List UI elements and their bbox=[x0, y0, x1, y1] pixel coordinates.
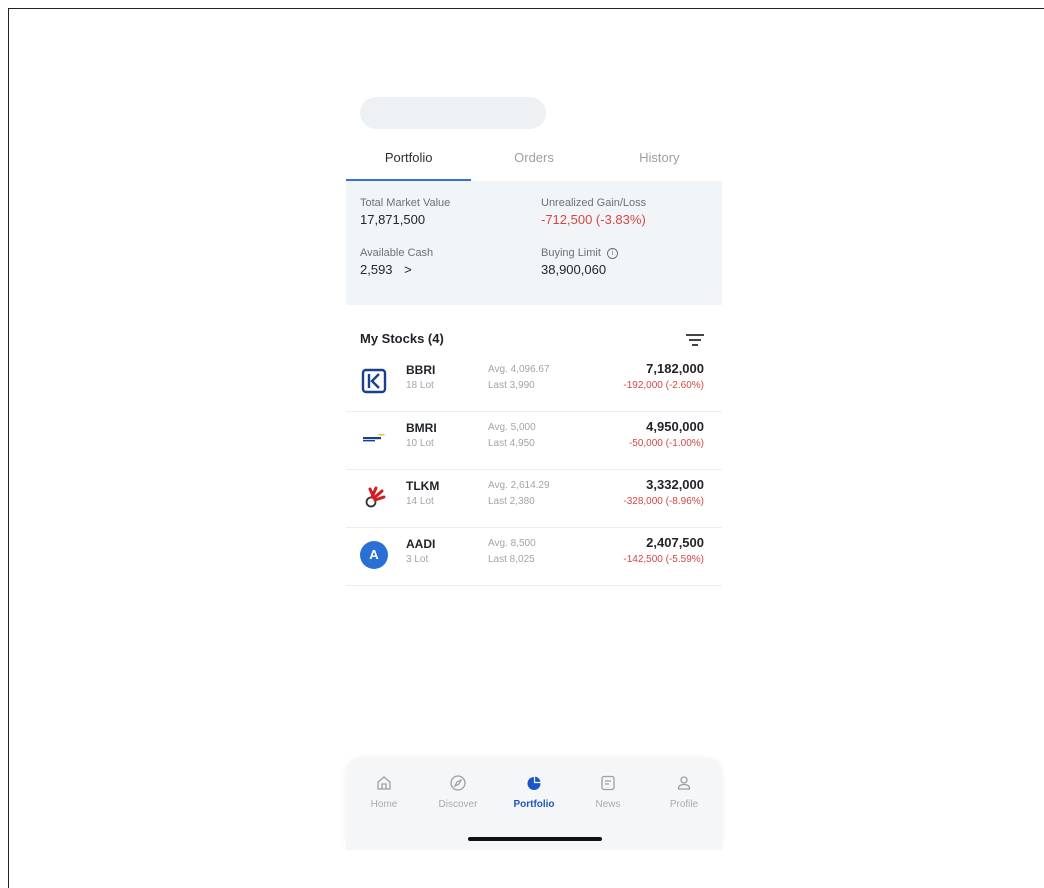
bbri-logo-icon bbox=[361, 368, 387, 394]
stock-row-bbri[interactable]: BBRI 18 Lot Avg. 4,096.67 Last 3,990 7,1… bbox=[346, 353, 722, 412]
stock-market-value: 3,332,000 bbox=[646, 477, 704, 492]
total-market-value-amount: 17,871,500 bbox=[360, 212, 426, 227]
unrealized-gain-loss: Unrealized Gain/Loss -712,500 (-3.83%) bbox=[541, 197, 646, 227]
info-icon[interactable]: i bbox=[606, 248, 618, 259]
buying-limit: Buying Limit i 38,900,060 bbox=[541, 247, 618, 277]
buying-limit-label-row: Buying Limit i bbox=[541, 247, 618, 259]
stock-avg: Avg. 5,000 bbox=[488, 422, 536, 433]
stock-last: Last 2,380 bbox=[488, 496, 535, 507]
buying-limit-amount: 38,900,060 bbox=[541, 262, 607, 277]
filter-icon[interactable] bbox=[686, 333, 704, 347]
tab-bar: Portfolio Orders History bbox=[346, 141, 722, 181]
loading-skeleton bbox=[360, 97, 546, 129]
stock-change: -50,000 (-1.00%) bbox=[628, 438, 704, 449]
total-market-value-label: Total Market Value bbox=[360, 197, 451, 209]
stock-row-aadi[interactable]: A AADI 3 Lot Avg. 8,500 Last 8,025 2,407… bbox=[346, 527, 722, 586]
aadi-logo-icon: A bbox=[360, 541, 388, 569]
tab-portfolio[interactable]: Portfolio bbox=[346, 141, 472, 181]
available-cash[interactable]: Available Cash 2,593 > bbox=[360, 247, 433, 277]
stock-ticker: BBRI bbox=[406, 363, 436, 377]
nav-profile[interactable]: Profile bbox=[654, 773, 714, 810]
buying-limit-label: Buying Limit bbox=[541, 247, 601, 259]
nav-label: Discover bbox=[438, 799, 478, 810]
tab-history[interactable]: History bbox=[597, 141, 722, 181]
available-cash-amount: 2,593 bbox=[360, 262, 393, 277]
stock-lot: 3 Lot bbox=[406, 554, 429, 565]
aadi-logo-letter: A bbox=[369, 547, 379, 562]
nav-discover[interactable]: Discover bbox=[428, 773, 488, 810]
telkom-logo-icon bbox=[365, 486, 386, 508]
tab-orders[interactable]: Orders bbox=[471, 141, 596, 181]
unrealized-label: Unrealized Gain/Loss bbox=[541, 197, 647, 209]
stock-ticker: AADI bbox=[406, 537, 436, 551]
portfolio-summary: Total Market Value 17,871,500 Unrealized… bbox=[346, 181, 722, 305]
nav-label: Portfolio bbox=[513, 799, 555, 810]
nav-home[interactable]: Home bbox=[354, 773, 414, 810]
user-icon bbox=[677, 776, 691, 790]
phone-screen: Portfolio Orders History Total Market Va… bbox=[346, 85, 722, 850]
my-stocks-heading: My Stocks (4) bbox=[360, 331, 444, 346]
news-icon bbox=[601, 775, 615, 791]
stock-last: Last 3,990 bbox=[488, 380, 535, 391]
stock-change: -142,500 (-5.59%) bbox=[623, 554, 704, 565]
pie-chart-icon bbox=[527, 775, 542, 790]
available-cash-value-row: 2,593 > bbox=[360, 262, 433, 277]
unrealized-amount: -712,500 (-3.83%) bbox=[541, 212, 646, 227]
stock-last: Last 8,025 bbox=[488, 554, 535, 565]
nav-label: News bbox=[595, 799, 621, 810]
stock-ticker: BMRI bbox=[406, 421, 437, 435]
stock-ticker: TLKM bbox=[406, 479, 440, 493]
stock-last: Last 4,950 bbox=[488, 438, 535, 449]
stock-avg: Avg. 8,500 bbox=[488, 538, 536, 549]
home-icon bbox=[377, 776, 391, 790]
home-indicator[interactable] bbox=[468, 837, 602, 841]
chevron-right-icon[interactable]: > bbox=[404, 262, 412, 277]
nav-label: Profile bbox=[669, 799, 699, 810]
stock-market-value: 7,182,000 bbox=[646, 361, 704, 376]
stock-avg: Avg. 4,096.67 bbox=[488, 364, 550, 375]
mandiri-logo-icon bbox=[363, 434, 386, 442]
stock-change: -328,000 (-8.96%) bbox=[623, 496, 704, 507]
nav-portfolio[interactable]: Portfolio bbox=[504, 773, 564, 810]
available-cash-label: Available Cash bbox=[360, 247, 434, 259]
stock-lot: 18 Lot bbox=[406, 380, 434, 391]
stock-market-value: 2,407,500 bbox=[646, 535, 704, 550]
stock-avg: Avg. 2,614.29 bbox=[488, 480, 550, 491]
nav-news[interactable]: News bbox=[578, 773, 638, 810]
stock-row-bmri[interactable]: BMRI 10 Lot Avg. 5,000 Last 4,950 4,950,… bbox=[346, 411, 722, 470]
nav-label: Home bbox=[370, 799, 398, 810]
total-market-value: Total Market Value 17,871,500 bbox=[360, 197, 450, 227]
stock-row-tlkm[interactable]: TLKM 14 Lot Avg. 2,614.29 Last 2,380 3,3… bbox=[346, 469, 722, 528]
bottom-nav: Home Discover Portfolio News Profile bbox=[346, 761, 722, 850]
stock-lot: 14 Lot bbox=[406, 496, 434, 507]
stock-lot: 10 Lot bbox=[406, 438, 434, 449]
compass-icon bbox=[450, 775, 466, 791]
stock-market-value: 4,950,000 bbox=[646, 419, 704, 434]
stock-change: -192,000 (-2.60%) bbox=[623, 380, 704, 391]
